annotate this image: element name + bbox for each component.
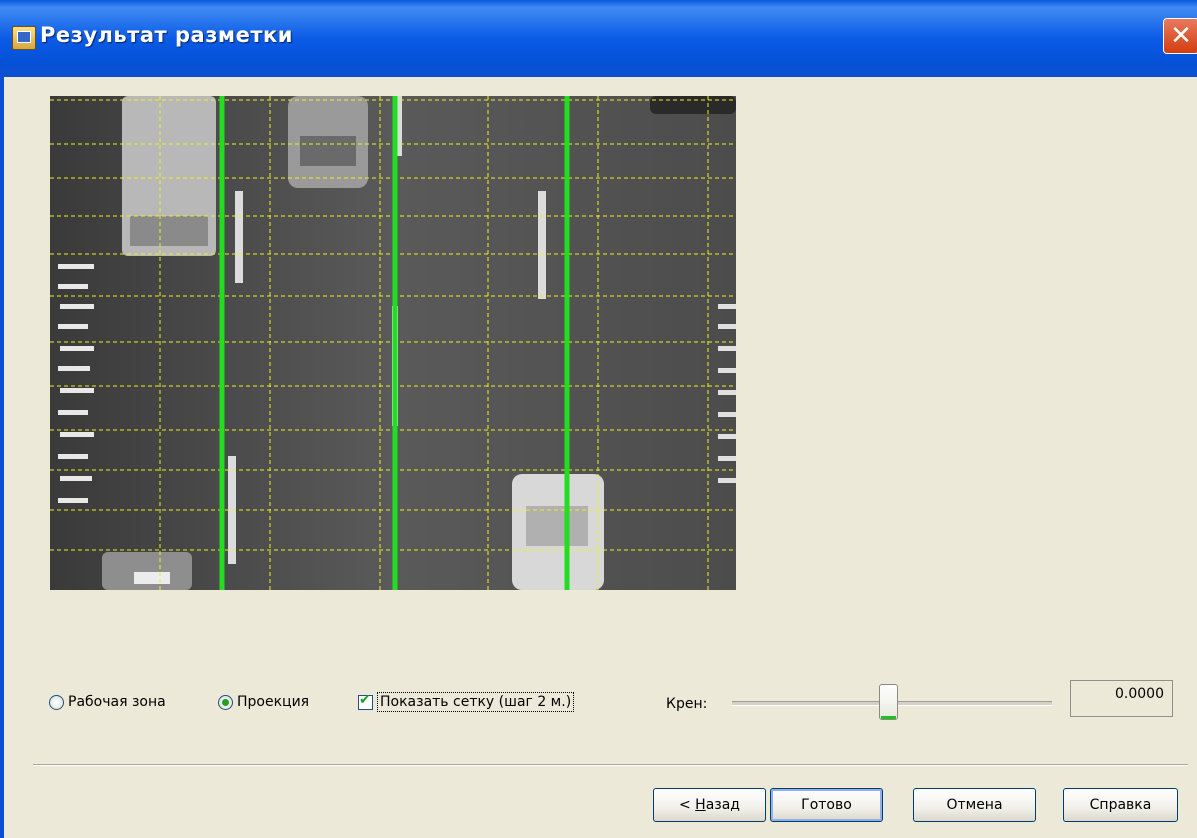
window-icon bbox=[12, 26, 36, 50]
back-button-prefix: < bbox=[678, 797, 696, 813]
radio-projection[interactable]: Проекция bbox=[218, 694, 309, 718]
radio-projection-label: Проекция bbox=[237, 694, 310, 710]
done-button[interactable]: Готово bbox=[770, 788, 883, 822]
radio-work-zone-label: Рабочая зона bbox=[68, 694, 166, 710]
roll-value-field[interactable]: 0.0000 bbox=[1070, 680, 1173, 717]
radio-work-zone-button[interactable] bbox=[49, 694, 64, 710]
separator bbox=[33, 764, 1188, 766]
cancel-button[interactable]: Отмена bbox=[913, 788, 1036, 822]
window-title: Результат разметки bbox=[40, 23, 293, 47]
back-button-text: азад bbox=[705, 797, 740, 813]
help-button[interactable]: Справка bbox=[1063, 788, 1178, 822]
show-grid-label: Показать сетку (шаг 2 м.) bbox=[377, 692, 575, 712]
show-grid-checkbox-box[interactable]: ✔ bbox=[358, 691, 373, 710]
road-image bbox=[50, 96, 736, 590]
show-grid-checkbox[interactable]: ✔ Показать сетку (шаг 2 м.) bbox=[358, 691, 575, 718]
check-icon: ✔ bbox=[359, 691, 371, 708]
roll-slider-thumb[interactable] bbox=[879, 684, 898, 720]
camera-preview bbox=[50, 96, 736, 590]
back-button-mnemonic: Н bbox=[695, 797, 706, 813]
roll-label: Крен: bbox=[666, 696, 708, 712]
title-bar[interactable]: Результат разметки ✕ bbox=[0, 0, 1197, 77]
close-button[interactable]: ✕ bbox=[1163, 18, 1197, 54]
radio-projection-button[interactable] bbox=[218, 694, 233, 710]
radio-work-zone[interactable]: Рабочая зона bbox=[49, 694, 166, 718]
back-button[interactable]: < Назад bbox=[653, 788, 766, 822]
